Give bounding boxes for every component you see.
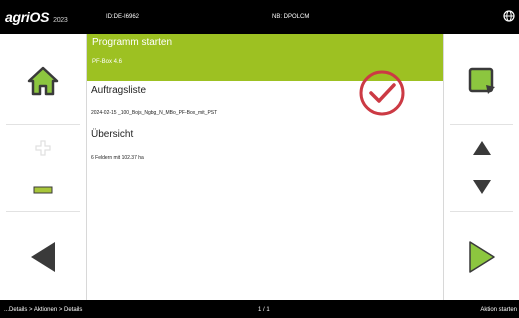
program-subtitle: PF-Box 4.6 — [92, 59, 123, 65]
action-status: Aktion starten — [480, 307, 517, 313]
minus-button[interactable] — [0, 180, 86, 200]
next-button[interactable] — [444, 232, 519, 282]
breadcrumb: ...Details > Aktionen > Details — [4, 307, 83, 313]
main-content: Programm starten PF-Box 4.6 Auftragslist… — [87, 34, 443, 300]
back-button[interactable] — [0, 232, 86, 282]
brand-version: 2023 — [53, 17, 68, 24]
app-brand: agriOS 2023 — [5, 9, 68, 25]
nb-status: NB: DPOLCM — [272, 14, 310, 20]
scroll-up-button[interactable] — [444, 138, 519, 158]
confirm-export-icon — [468, 67, 495, 94]
page-indicator: 1 / 1 — [258, 307, 270, 313]
arrow-right-icon — [468, 241, 495, 273]
globe-icon[interactable] — [503, 10, 515, 22]
scroll-down-button[interactable] — [444, 177, 519, 197]
home-icon — [27, 66, 59, 96]
auftragsliste-heading: Auftragsliste — [91, 85, 147, 96]
divider — [450, 124, 513, 125]
brand-name: agriOS — [5, 9, 50, 25]
arrow-down-icon — [472, 180, 491, 194]
divider — [6, 124, 80, 125]
divider — [6, 211, 80, 212]
arrow-left-icon — [31, 242, 55, 272]
checkmark-circle-icon — [359, 70, 405, 116]
minus-icon — [33, 186, 53, 194]
terminal-id: ID:DE-I6962 — [106, 14, 140, 20]
divider — [450, 211, 513, 212]
uebersicht-heading: Übersicht — [91, 129, 134, 140]
program-title: Programm starten — [92, 37, 173, 48]
right-button-panel — [443, 34, 519, 300]
confirm-button[interactable] — [444, 56, 519, 106]
uebersicht-entry[interactable]: 6 Feldern mit 102.37 ha — [91, 155, 144, 161]
program-start-row[interactable]: Programm starten — [87, 34, 443, 51]
plus-icon — [35, 140, 51, 156]
left-button-panel — [0, 34, 87, 300]
home-button[interactable] — [0, 56, 86, 106]
bottom-bar: ...Details > Aktionen > Details 1 / 1 Ak… — [0, 300, 519, 318]
top-bar: agriOS 2023 ID:DE-I6962 NB: DPOLCM — [0, 0, 519, 34]
arrow-up-icon — [472, 141, 491, 155]
plus-button[interactable] — [0, 136, 86, 160]
auftrag-entry[interactable]: 2024-02-15 _100_Bojs_Ngbg_N_MBo_PF-Box_m… — [91, 110, 217, 116]
